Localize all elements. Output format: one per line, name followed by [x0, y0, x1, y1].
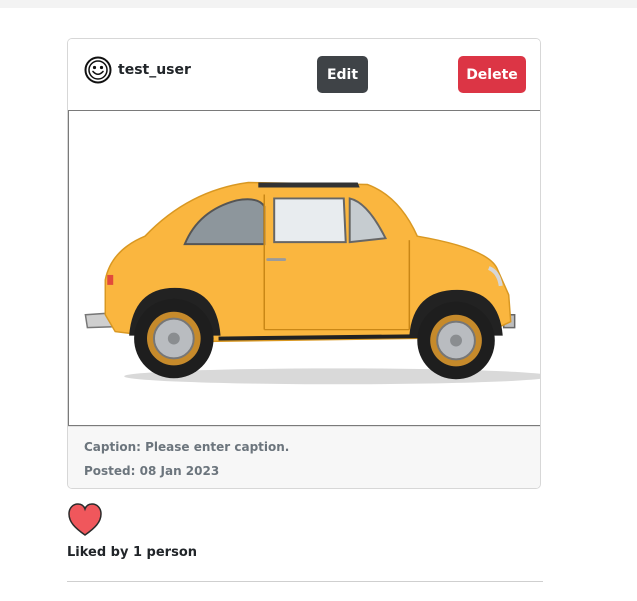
username: test_user	[118, 62, 191, 78]
delete-button[interactable]: Delete	[458, 56, 526, 93]
divider	[67, 581, 543, 582]
top-bar	[0, 0, 637, 8]
heart-icon	[68, 503, 102, 536]
edit-button[interactable]: Edit	[317, 56, 368, 93]
like-button[interactable]	[67, 502, 103, 538]
post-footer: Caption: Please enter caption. Posted: 0…	[68, 426, 540, 488]
post-header: test_user Edit Delete	[68, 39, 540, 110]
yellow-car-image	[84, 181, 540, 385]
post-author[interactable]: test_user	[84, 56, 191, 84]
post-card: test_user Edit Delete Caption: Please en…	[67, 38, 541, 489]
likes-count: Liked by 1 person	[67, 545, 198, 560]
post-image	[68, 110, 540, 426]
smiley-face-icon	[84, 56, 112, 84]
post-caption: Caption: Please enter caption.	[84, 440, 290, 454]
post-date: Posted: 08 Jan 2023	[84, 464, 220, 478]
